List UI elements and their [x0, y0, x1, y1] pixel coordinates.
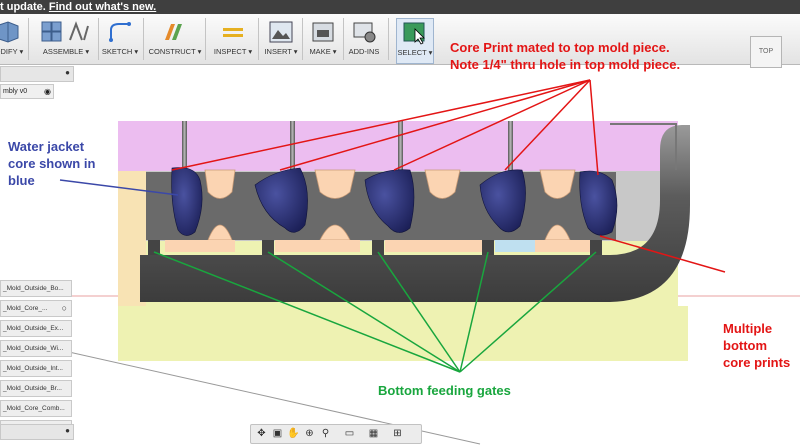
- viewports-icon[interactable]: ⊞: [391, 427, 404, 440]
- multiple-core-line3: core prints: [723, 355, 791, 370]
- water-jacket-note: Water jacket core shown in blue: [8, 138, 95, 189]
- activate-radio-icon[interactable]: ○: [62, 301, 67, 316]
- zoom-icon[interactable]: ⚲: [319, 427, 332, 440]
- core-print-note-line2: Note 1/4" thru hole in top mold piece.: [450, 57, 681, 72]
- water-jacket-line3: blue: [8, 173, 35, 188]
- comments-panel-header[interactable]: ●: [0, 424, 74, 440]
- browser-component-item[interactable]: _Mold_Outside_Wi...: [0, 340, 72, 357]
- panel-options-icon[interactable]: ●: [65, 426, 70, 435]
- look-at-icon[interactable]: ▣: [271, 427, 284, 440]
- browser-component-item[interactable]: _Mold_Outside_Int...: [0, 360, 72, 377]
- navigation-bar: ✥ ▣ ✋ ⊕ ⚲ ▭ ▦ ⊞: [250, 424, 422, 444]
- multiple-core-prints-note: Multiple bottom core prints: [723, 320, 790, 371]
- core-print-note-line1: Core Print mated to top mold piece.: [450, 40, 670, 55]
- zoom-window-icon[interactable]: ⊕: [303, 427, 316, 440]
- browser-component-item[interactable]: _Mold_Outside_Ex...: [0, 320, 72, 337]
- bottom-gates-note: Bottom feeding gates: [378, 383, 511, 398]
- bottom-mold-piece: [118, 306, 688, 361]
- browser-component-item[interactable]: _Mold_Core_Comb...: [0, 400, 72, 417]
- component-name: _Mold_Core_...: [3, 305, 48, 312]
- grid-settings-icon[interactable]: ▦: [367, 427, 380, 440]
- multiple-core-line1: Multiple: [723, 321, 773, 336]
- browser-component-item[interactable]: _Mold_Outside_Br...: [0, 380, 72, 397]
- core-print-note: Core Print mated to top mold piece. Note…: [450, 39, 680, 73]
- browser-component-item[interactable]: _Mold_Core_... ○: [0, 300, 72, 317]
- bottom-core-segment: [165, 240, 235, 252]
- bottom-core-segment: [495, 240, 535, 252]
- orbit-icon[interactable]: ✥: [255, 427, 268, 440]
- bottom-core-segment: [535, 240, 595, 252]
- multiple-core-line2: bottom: [723, 338, 768, 353]
- browser-component-list: _Mold_Outside_Bo... _Mold_Core_... ○ _Mol…: [0, 280, 72, 440]
- pan-hand-icon[interactable]: ✋: [287, 427, 300, 440]
- bottom-core-segment: [275, 240, 360, 252]
- browser-component-item[interactable]: _Mold_Outside_Bo...: [0, 280, 72, 297]
- water-jacket-line2: core shown in: [8, 156, 96, 171]
- water-jacket-line1: Water jacket: [8, 139, 85, 154]
- bottom-core-segment: [385, 240, 485, 252]
- display-settings-icon[interactable]: ▭: [343, 427, 356, 440]
